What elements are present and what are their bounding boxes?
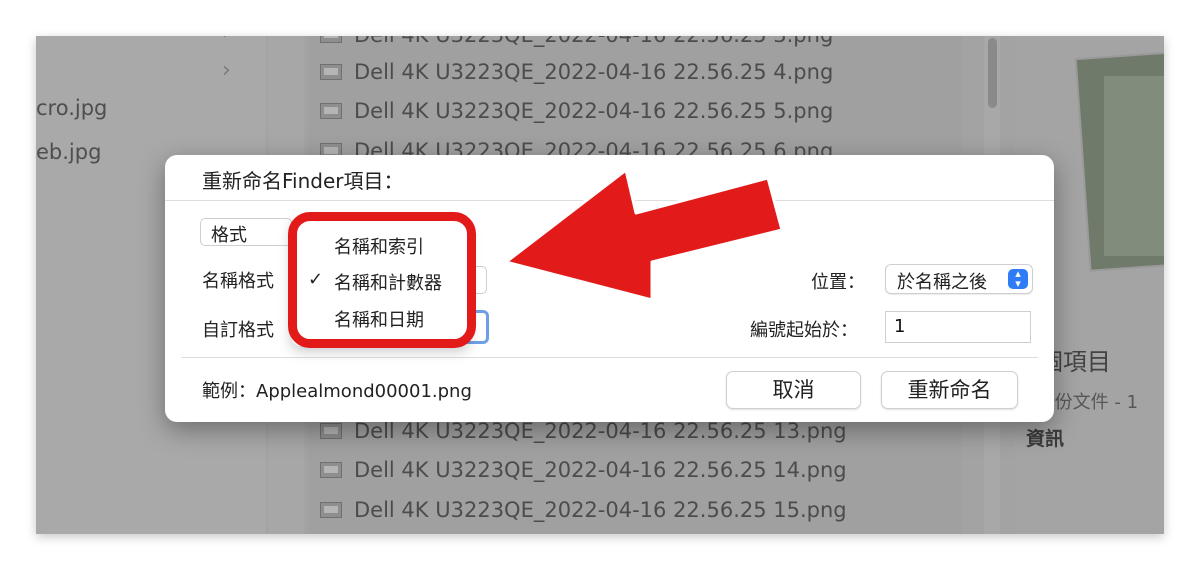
annotation-arrow-icon	[504, 168, 784, 302]
